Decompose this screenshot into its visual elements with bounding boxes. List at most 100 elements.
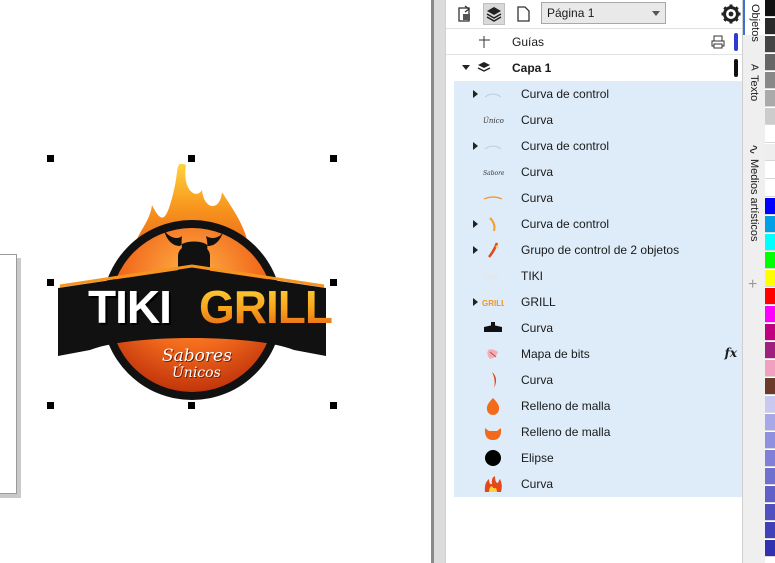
drawing-canvas[interactable]: TIKI GRILL Sabores Únicos — [0, 0, 431, 563]
logo-word-grill: GRILL — [199, 281, 333, 333]
object-row[interactable]: GRILL GRILL — [454, 289, 743, 315]
color-swatch[interactable] — [765, 522, 775, 539]
object-label: Grupo de control de 2 objetos — [521, 243, 680, 257]
banner-thumbnail-icon — [482, 319, 504, 337]
chevron-down-icon — [652, 11, 660, 16]
color-swatch[interactable] — [765, 216, 775, 233]
guides-label: Guías — [512, 35, 545, 49]
add-docker-icon[interactable]: + — [748, 276, 757, 294]
object-label: Relleno de malla — [521, 425, 611, 439]
object-row[interactable]: Relleno de malla — [454, 393, 743, 419]
color-swatch[interactable] — [765, 126, 775, 143]
tab-artistic-media[interactable]: ∿ Medios artísticos — [743, 140, 765, 260]
selection-handle-bottom-left[interactable] — [47, 402, 54, 409]
page-select[interactable]: Página 1 — [541, 2, 666, 24]
color-palette — [765, 0, 775, 563]
color-swatch[interactable] — [765, 360, 775, 377]
selection-handle-middle-left[interactable] — [47, 279, 54, 286]
color-swatch[interactable] — [765, 396, 775, 413]
ellipse-thumbnail-icon — [482, 449, 504, 467]
tiki-grill-logo[interactable]: TIKI GRILL Sabores Únicos — [54, 160, 333, 404]
object-row[interactable]: Mapa de bits fx — [454, 341, 743, 367]
objects-toolbar: Página 1 — [446, 0, 743, 29]
selection-handle-top-right[interactable] — [330, 155, 337, 162]
color-swatch[interactable] — [765, 54, 775, 71]
color-swatch[interactable] — [765, 324, 775, 341]
color-swatch[interactable] — [765, 540, 775, 557]
color-swatch[interactable] — [765, 144, 775, 161]
color-swatch[interactable] — [765, 504, 775, 521]
layer-row-capa-1[interactable]: Capa 1 — [446, 55, 743, 81]
tab-text[interactable]: A Texto — [743, 60, 765, 120]
printer-icon[interactable] — [711, 35, 725, 49]
tab-objects[interactable]: Objetos — [743, 0, 765, 42]
color-swatch[interactable] — [765, 0, 775, 17]
tiki-text-thumbnail-icon: TIKI — [482, 267, 504, 285]
object-label: Curva de control — [521, 87, 610, 101]
color-swatch[interactable] — [765, 486, 775, 503]
svg-text:TIKI: TIKI — [484, 273, 499, 282]
color-swatch[interactable] — [765, 432, 775, 449]
object-row[interactable]: Curva — [454, 185, 743, 211]
panel-options-button[interactable] — [720, 3, 742, 25]
tab-objects-label: Objetos — [749, 4, 761, 42]
color-swatch[interactable] — [765, 378, 775, 395]
color-swatch[interactable] — [765, 180, 775, 197]
page-properties-button[interactable] — [454, 3, 476, 25]
color-swatch[interactable] — [765, 162, 775, 179]
object-label: Curva — [521, 321, 554, 335]
logo-word-sabores: Sabores — [162, 346, 232, 366]
selection-handle-top-left[interactable] — [47, 155, 54, 162]
color-swatch[interactable] — [765, 468, 775, 485]
color-swatch[interactable] — [765, 36, 775, 53]
object-row[interactable]: Únicos Curva — [454, 107, 743, 133]
svg-text:Sabores: Sabores — [483, 170, 504, 177]
control-curve-thumbnail-icon — [482, 137, 504, 155]
color-swatch[interactable] — [765, 252, 775, 269]
page-button[interactable] — [512, 3, 534, 25]
color-swatch[interactable] — [765, 342, 775, 359]
tab-artistic-media-label: Medios artísticos — [748, 158, 760, 242]
object-row[interactable]: Grupo de control de 2 objetos — [454, 237, 743, 263]
color-swatch[interactable] — [765, 108, 775, 125]
expand-triangle-icon[interactable] — [473, 298, 478, 306]
expand-triangle-icon[interactable] — [473, 246, 478, 254]
object-row[interactable]: TIKI TIKI — [454, 263, 743, 289]
effects-icon[interactable]: fx — [725, 346, 737, 360]
color-swatch[interactable] — [765, 270, 775, 287]
expand-triangle-icon[interactable] — [473, 142, 478, 150]
color-swatch[interactable] — [765, 18, 775, 35]
layers-button[interactable] — [483, 3, 505, 25]
color-swatch[interactable] — [765, 414, 775, 431]
color-swatch[interactable] — [765, 234, 775, 251]
object-row[interactable]: Elipse — [454, 445, 743, 471]
guides-color-marker — [734, 33, 738, 51]
object-row[interactable]: Curva de control — [454, 81, 743, 107]
page-select-value: Página 1 — [547, 6, 595, 20]
expand-triangle-icon[interactable] — [473, 220, 478, 228]
object-label: TIKI — [521, 269, 544, 283]
flame-curve-thumbnail-icon — [482, 371, 504, 389]
canvas-vertical-scrollbar[interactable] — [431, 0, 445, 563]
color-swatch[interactable] — [765, 288, 775, 305]
collapse-triangle-icon[interactable] — [462, 65, 470, 70]
color-swatch[interactable] — [765, 90, 775, 107]
object-row[interactable]: Relleno de malla — [454, 419, 743, 445]
object-row[interactable]: Curva de control — [454, 133, 743, 159]
object-row[interactable]: Curva — [454, 367, 743, 393]
object-row[interactable]: Sabores Curva — [454, 159, 743, 185]
guides-layer-row[interactable]: Guías — [446, 29, 743, 55]
layer-icon — [477, 62, 491, 72]
selection-handle-bottom-right[interactable] — [330, 402, 337, 409]
color-swatch[interactable] — [765, 306, 775, 323]
object-row[interactable]: Curva — [454, 315, 743, 341]
object-row[interactable]: Curva de control — [454, 211, 743, 237]
bitmap-thumbnail-icon — [482, 345, 504, 363]
grill-text-thumbnail-icon: GRILL — [482, 293, 504, 311]
color-swatch[interactable] — [765, 450, 775, 467]
expand-triangle-icon[interactable] — [473, 90, 478, 98]
flame-group-thumbnail-icon — [482, 241, 504, 259]
object-row[interactable]: Curva — [454, 471, 743, 497]
color-swatch[interactable] — [765, 72, 775, 89]
color-swatch[interactable] — [765, 198, 775, 215]
